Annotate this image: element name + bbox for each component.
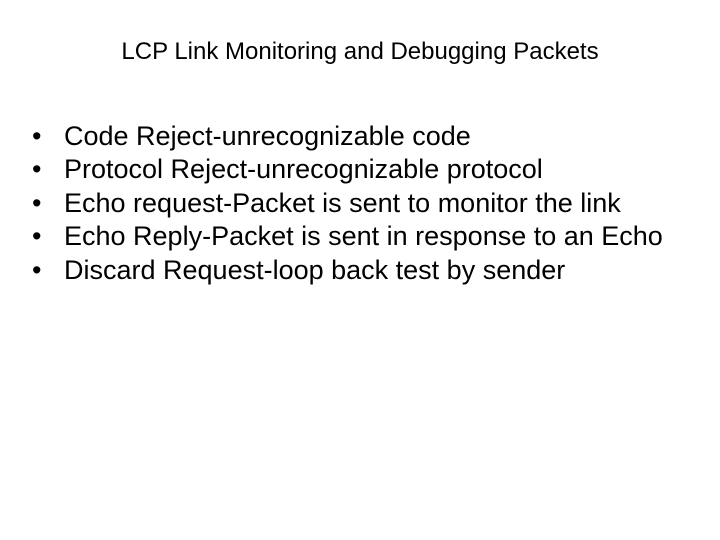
- bullet-icon: •: [28, 120, 64, 152]
- list-item-text: Code Reject-unrecognizable code: [64, 120, 692, 152]
- bullet-icon: •: [28, 254, 64, 286]
- list-item: • Protocol Reject-unrecognizable protoco…: [28, 153, 692, 185]
- list-item-text: Echo Reply-Packet is sent in response to…: [64, 220, 692, 252]
- list-item-text: Echo request-Packet is sent to monitor t…: [64, 187, 692, 219]
- list-item: • Code Reject-unrecognizable code: [28, 120, 692, 152]
- bullet-icon: •: [28, 153, 64, 185]
- slide-title: LCP Link Monitoring and Debugging Packet…: [28, 38, 692, 66]
- bullet-icon: •: [28, 220, 64, 252]
- list-item-text: Discard Request-loop back test by sender: [64, 254, 692, 286]
- list-item-text: Protocol Reject-unrecognizable protocol: [64, 153, 692, 185]
- list-item: • Discard Request-loop back test by send…: [28, 254, 692, 286]
- bullet-icon: •: [28, 187, 64, 219]
- bullet-list: • Code Reject-unrecognizable code • Prot…: [28, 120, 692, 286]
- list-item: • Echo Reply-Packet is sent in response …: [28, 220, 692, 252]
- list-item: • Echo request-Packet is sent to monitor…: [28, 187, 692, 219]
